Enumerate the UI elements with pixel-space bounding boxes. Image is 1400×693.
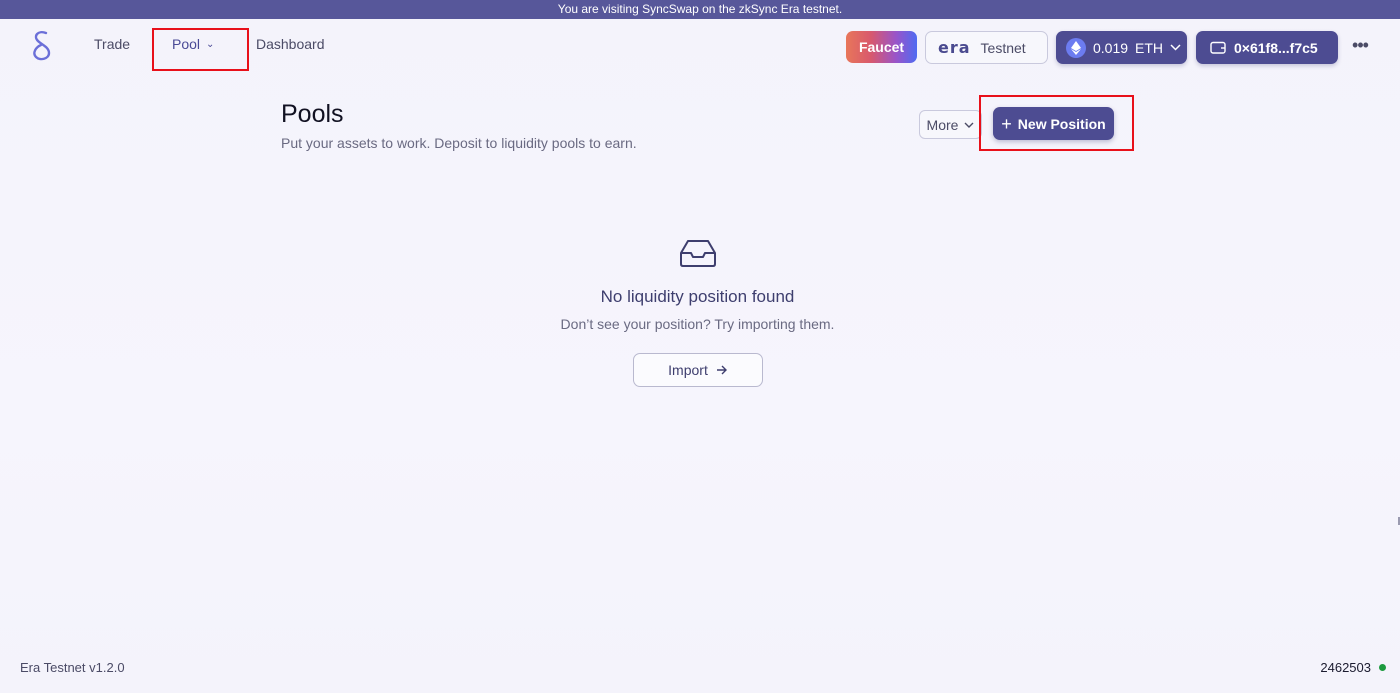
block-status: 2462503: [1320, 660, 1386, 675]
status-dot-icon: [1379, 664, 1386, 671]
balance-amount: 0.019: [1093, 39, 1129, 56]
wallet-button[interactable]: 0×61f8...f7c5: [1196, 31, 1338, 64]
new-position-button[interactable]: + New Position: [993, 107, 1114, 140]
network-label: Testnet: [980, 39, 1026, 56]
wallet-icon: [1210, 41, 1226, 54]
more-dropdown-button[interactable]: More: [919, 110, 982, 139]
block-number: 2462503: [1320, 660, 1371, 675]
more-dots-icon[interactable]: •••: [1350, 36, 1370, 58]
chevron-down-icon: [1170, 44, 1181, 51]
ethereum-icon: [1066, 37, 1086, 58]
wallet-address: 0×61f8...f7c5: [1234, 39, 1318, 56]
balance-button[interactable]: 0.019 ETH: [1056, 31, 1187, 64]
arrow-right-icon: [716, 365, 727, 375]
nav-dashboard-label: Dashboard: [256, 36, 325, 52]
syncswap-logo-icon[interactable]: [28, 30, 56, 62]
network-button[interactable]: era Testnet: [925, 31, 1048, 64]
era-logo: era: [938, 38, 971, 57]
nav-pool[interactable]: Pool ⌄: [172, 36, 214, 52]
new-position-label: New Position: [1017, 115, 1106, 132]
nav-trade[interactable]: Trade: [94, 36, 130, 52]
app-root: You are visiting SyncSwap on the zkSync …: [0, 0, 1400, 693]
nav-trade-label: Trade: [94, 36, 131, 52]
chevron-down-icon: [964, 122, 974, 128]
chevron-down-icon: ⌄: [206, 39, 215, 50]
faucet-button[interactable]: Faucet: [846, 31, 917, 63]
nav-dashboard[interactable]: Dashboard: [256, 36, 325, 52]
inbox-icon: [680, 240, 716, 267]
version-label: Era Testnet v1.2.0: [20, 660, 125, 675]
import-button[interactable]: Import: [633, 353, 763, 387]
page-subtitle: Put your assets to work. Deposit to liqu…: [281, 135, 637, 151]
balance-token: ETH: [1135, 39, 1164, 56]
page-title: Pools: [281, 100, 344, 128]
nav-pool-label: Pool: [172, 36, 201, 52]
empty-state-title: No liquidity position found: [600, 287, 795, 306]
more-label: More: [926, 116, 959, 133]
plus-icon: +: [1001, 113, 1012, 134]
import-label: Import: [668, 362, 708, 378]
empty-state-subtitle: Don’t see your position? Try importing t…: [560, 316, 835, 332]
testnet-banner: You are visiting SyncSwap on the zkSync …: [0, 0, 1400, 19]
